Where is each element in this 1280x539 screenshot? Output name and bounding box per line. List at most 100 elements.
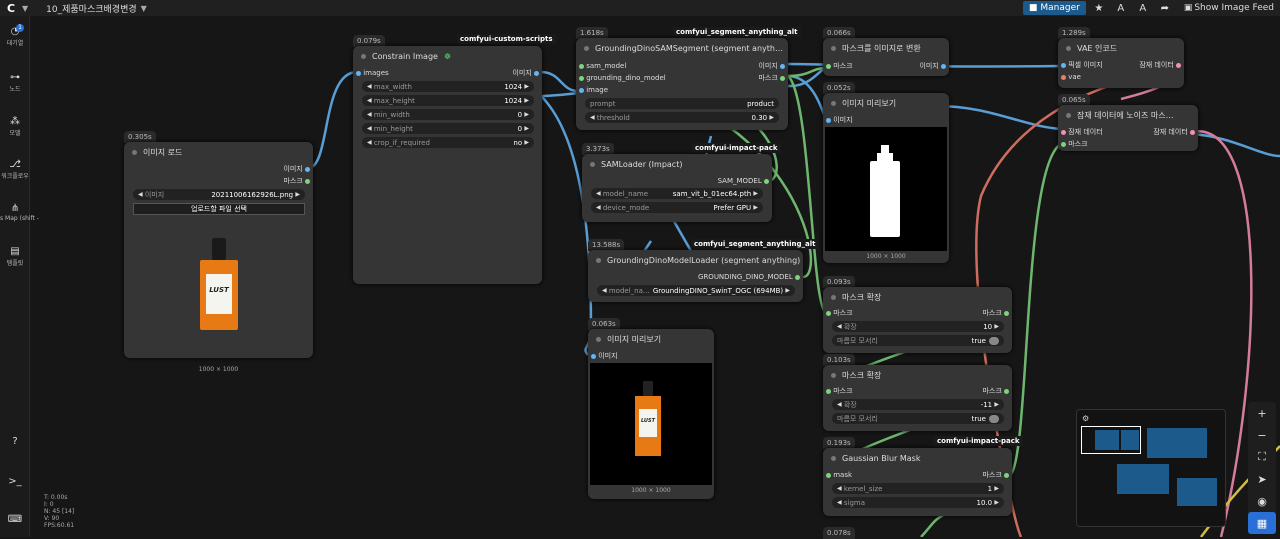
sidebar-item-map[interactable]: ⋔ s Map (shift - bbox=[0, 203, 39, 222]
output-mask-port[interactable]: 마스크 bbox=[283, 176, 310, 186]
upload-file-button[interactable]: 업로드할 파일 선택 bbox=[133, 203, 305, 215]
arrow-right-icon[interactable]: ▶ bbox=[524, 125, 529, 132]
output-mask-port[interactable]: 마스크 bbox=[982, 470, 1009, 480]
comfy-logo[interactable]: C bbox=[0, 0, 22, 16]
output-mask-port[interactable]: 마스크 bbox=[758, 73, 785, 83]
arrow-right-icon[interactable]: ▶ bbox=[994, 323, 999, 330]
node-set-latent-noise-mask[interactable]: 잠재 데이터에 노이즈 마스… 잠재 데이터 마스크 잠재 데이터 bbox=[1058, 105, 1198, 151]
expand-widget[interactable]: ◀ 확장 10 ▶ bbox=[832, 321, 1004, 332]
sigma-widget[interactable]: ◀ sigma 10.0 ▶ bbox=[832, 497, 1004, 508]
output-image-port[interactable]: 이미지 bbox=[283, 164, 310, 174]
arrow-left-icon[interactable]: ◀ bbox=[837, 401, 842, 408]
input-image-port[interactable]: image bbox=[579, 85, 608, 95]
node-mask-to-image[interactable]: 마스크를 이미지로 변환 마스크 이미지 bbox=[823, 38, 949, 76]
manager-button[interactable]: ■ Manager bbox=[1022, 1, 1086, 15]
workflow-menu-chevron-icon[interactable]: ▼ bbox=[141, 4, 147, 13]
arrow-right-icon[interactable]: ▶ bbox=[994, 499, 999, 506]
chevron-down-icon[interactable]: ▼ bbox=[22, 4, 28, 13]
max-width-widget[interactable]: ◀ max_width 1024 ▶ bbox=[362, 81, 534, 92]
arrow-left-icon[interactable]: ◀ bbox=[367, 83, 372, 90]
node-preview-image-2[interactable]: 이미지 미리보기 이미지 LUST 1000 × 1000 bbox=[588, 329, 714, 499]
output-latent-port[interactable]: 잠재 데이터 bbox=[1139, 60, 1181, 70]
min-height-widget[interactable]: ◀ min_height 0 ▶ bbox=[362, 123, 534, 134]
node-collapse-dot[interactable] bbox=[831, 455, 836, 461]
node-collapse-dot[interactable] bbox=[831, 372, 836, 378]
crop-if-required-widget[interactable]: ◀ crop_if_required no ▶ bbox=[362, 137, 534, 148]
node-collapse-dot[interactable] bbox=[361, 53, 366, 59]
arrow-right-icon[interactable]: ▶ bbox=[524, 111, 529, 118]
arrow-left-icon[interactable]: ◀ bbox=[367, 139, 372, 146]
minimap-settings-icon[interactable]: ⚙ bbox=[1082, 414, 1089, 423]
arrow-left-icon[interactable]: ◀ bbox=[367, 111, 372, 118]
input-mask-port[interactable]: 마스크 bbox=[826, 61, 853, 71]
arrow-left-icon[interactable]: ◀ bbox=[837, 485, 842, 492]
input-vae-port[interactable]: vae bbox=[1061, 72, 1081, 82]
input-latent-port[interactable]: 잠재 데이터 bbox=[1061, 127, 1103, 137]
node-collapse-dot[interactable] bbox=[831, 100, 836, 106]
arrow-left-icon[interactable]: ◀ bbox=[602, 287, 607, 294]
arrow-right-icon[interactable]: ▶ bbox=[994, 485, 999, 492]
input-images-port[interactable]: images bbox=[356, 68, 389, 78]
node-collapse-dot[interactable] bbox=[831, 45, 836, 51]
node-constrain-image[interactable]: Constrain Image ☸ images 이미지 ◀ max_width 1… bbox=[353, 46, 542, 284]
sidebar-item-queue[interactable]: ◔ 1 대기열 bbox=[0, 24, 30, 47]
tapered-corners-toggle[interactable]: 마름모 모서리 true bbox=[832, 413, 1004, 424]
arrow-right-icon[interactable]: ▶ bbox=[524, 139, 529, 146]
toggle-switch[interactable] bbox=[989, 414, 999, 423]
input-mask-port[interactable]: 마스크 bbox=[1061, 139, 1088, 149]
workflow-tab-title[interactable]: 10_제품마스크배경변경 bbox=[46, 2, 136, 15]
output-image-port[interactable]: 이미지 bbox=[919, 61, 946, 71]
arrow-left-icon[interactable]: ◀ bbox=[367, 97, 372, 104]
help-icon[interactable]: ? bbox=[0, 436, 30, 448]
select-mode-icon[interactable]: ➤ bbox=[1248, 468, 1276, 490]
input-image-port[interactable]: 이미지 bbox=[591, 351, 618, 361]
max-height-widget[interactable]: ◀ max_height 1024 ▶ bbox=[362, 95, 534, 106]
arrow-left-icon[interactable]: ◀ bbox=[590, 114, 595, 121]
input-mask-port[interactable]: 마스크 bbox=[826, 386, 853, 396]
terminal-icon[interactable]: >_ bbox=[0, 476, 30, 488]
canvas-minimap[interactable]: ⚙ bbox=[1076, 409, 1226, 527]
sidebar-item-templates[interactable]: ▤ 템플릿 bbox=[0, 246, 30, 267]
node-collapse-dot[interactable] bbox=[1066, 45, 1071, 51]
sidebar-item-nodes[interactable]: ⊶ 노드 bbox=[0, 72, 30, 93]
node-grow-mask-2[interactable]: 마스크 확장 마스크 마스크 ◀ 확장 -11 ▶ 마름모 모서리 true bbox=[823, 365, 1012, 431]
arrow-right-icon[interactable]: ▶ bbox=[769, 114, 774, 121]
input-mask-port[interactable]: 마스크 bbox=[826, 308, 853, 318]
node-collapse-dot[interactable] bbox=[584, 45, 589, 51]
arrow-left-icon[interactable]: ◀ bbox=[837, 323, 842, 330]
node-collapse-dot[interactable] bbox=[596, 336, 601, 342]
arrow-right-icon[interactable]: ▶ bbox=[524, 83, 529, 90]
input-image-port[interactable]: 이미지 bbox=[826, 115, 853, 125]
threshold-widget[interactable]: ◀ threshold 0.30 ▶ bbox=[585, 112, 779, 123]
input-grounding-dino-port[interactable]: grounding_dino_model bbox=[579, 73, 666, 83]
output-image-port[interactable]: 이미지 bbox=[758, 61, 785, 71]
model-name-widget[interactable]: ◀ model_name sam_vit_b_01ec64.pth ▶ bbox=[591, 188, 763, 199]
node-collapse-dot[interactable] bbox=[596, 257, 601, 263]
arrow-left-icon[interactable]: ◀ bbox=[367, 125, 372, 132]
node-collapse-dot[interactable] bbox=[590, 161, 595, 167]
keyboard-icon[interactable]: ⌨ bbox=[0, 514, 30, 526]
node-preview-image-1[interactable]: 이미지 미리보기 이미지 1000 × 1000 bbox=[823, 93, 949, 263]
arrow-right-icon[interactable]: ▶ bbox=[753, 204, 758, 211]
input-pixels-port[interactable]: 픽셀 이미지 bbox=[1061, 60, 1103, 70]
sidebar-item-workflows[interactable]: ⎇ 워크플로우 bbox=[0, 159, 30, 180]
arrow-right-icon[interactable]: ▶ bbox=[524, 97, 529, 104]
zoom-in-icon[interactable]: + bbox=[1248, 402, 1276, 424]
node-collapse-dot[interactable] bbox=[831, 294, 836, 300]
node-grounding-dino-sam-segment[interactable]: GroundingDinoSAMSegment (segment anyth… … bbox=[576, 38, 788, 130]
minimap-toggle-icon[interactable]: ▦ bbox=[1248, 512, 1276, 534]
node-collapse-dot[interactable] bbox=[1066, 112, 1071, 118]
gd-model-name-widget[interactable]: ◀ model_na… GroundingDINO_SwinT_OGC (694M… bbox=[597, 285, 795, 296]
model-b-icon[interactable]: A bbox=[1134, 1, 1152, 15]
input-sam-model-port[interactable]: sam_model bbox=[579, 61, 626, 71]
zoom-out-icon[interactable]: − bbox=[1248, 424, 1276, 446]
fit-view-icon[interactable]: ⛶ bbox=[1248, 446, 1276, 468]
expand-widget[interactable]: ◀ 확장 -11 ▶ bbox=[832, 399, 1004, 410]
arrow-right-icon[interactable]: ▶ bbox=[295, 191, 300, 198]
node-load-image[interactable]: 이미지 로드 이미지 마스크 ◀ 이미지 20211006162926L.png … bbox=[124, 142, 313, 373]
node-gaussian-blur-mask[interactable]: Gaussian Blur Mask mask 마스크 ◀ kernel_siz… bbox=[823, 448, 1012, 516]
output-latent-port[interactable]: 잠재 데이터 bbox=[1153, 127, 1195, 137]
show-image-feed-button[interactable]: ▣ Show Image Feed bbox=[1178, 3, 1280, 13]
visibility-icon[interactable]: ◉ bbox=[1248, 490, 1276, 512]
arrow-right-icon[interactable]: ▶ bbox=[785, 287, 790, 294]
